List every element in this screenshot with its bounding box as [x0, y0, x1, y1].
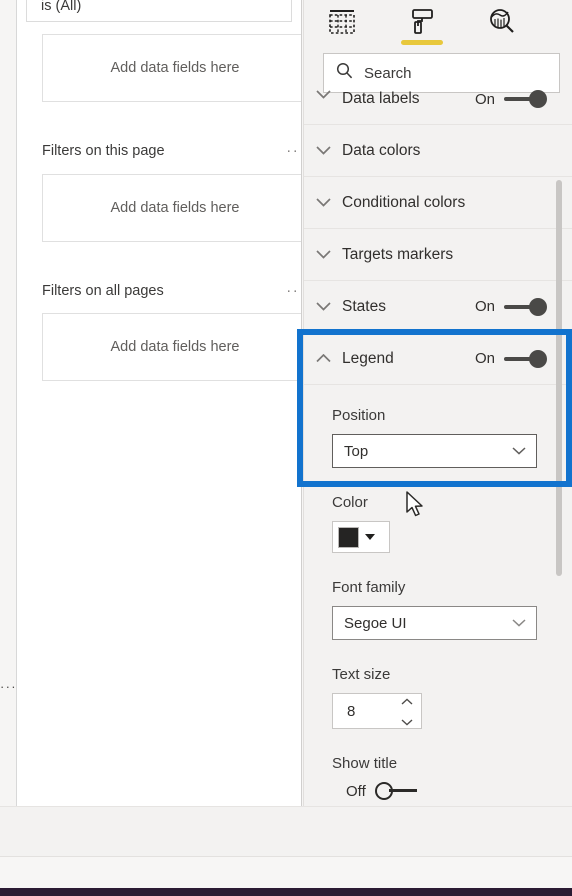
mouse-cursor	[406, 491, 428, 526]
os-taskbar	[0, 888, 572, 896]
color-swatch	[338, 526, 359, 548]
format-paint-roller-icon	[407, 7, 437, 42]
legend-settings-body: Position Top Color Font family Segoe UI	[304, 385, 572, 834]
toggle-state-label: Off	[346, 782, 366, 800]
filter-card-value: is (All)	[41, 0, 82, 14]
toggle-switch[interactable]	[504, 349, 547, 368]
font-family-label: Font family	[332, 579, 406, 596]
filters-on-this-page-header: Filters on this page ···	[42, 140, 301, 162]
filter-dropzone-visual[interactable]: Add data fields here	[42, 34, 301, 102]
tab-format[interactable]	[398, 2, 446, 46]
toggle-switch[interactable]	[504, 90, 547, 108]
states-toggle[interactable]: On	[474, 297, 547, 316]
text-size-stepper[interactable]: 8	[332, 693, 422, 729]
filter-dropzone-all-pages[interactable]: Add data fields here	[42, 313, 301, 381]
pane-edge-more-icon[interactable]: ···	[0, 680, 16, 693]
canvas-bottom-gap	[0, 806, 572, 856]
color-label: Color	[332, 494, 368, 511]
text-size-value: 8	[347, 702, 356, 720]
section-label: Conditional colors	[342, 193, 466, 211]
chevron-down-icon	[304, 302, 342, 311]
section-label: Legend	[342, 349, 394, 367]
section-label: Data colors	[342, 141, 421, 159]
position-value: Top	[344, 442, 369, 460]
show-title-toggle[interactable]: Off	[346, 782, 572, 800]
chevron-up-icon[interactable]	[401, 692, 413, 710]
power-bi-report-editor: is (All) Add data fields here Filters on…	[0, 0, 572, 896]
chevron-down-icon	[512, 614, 526, 632]
section-label: Data labels	[342, 90, 420, 107]
section-label: States	[342, 297, 386, 315]
position-dropdown[interactable]: Top	[332, 434, 537, 468]
chevron-down-icon	[304, 198, 342, 207]
chevron-down-icon[interactable]	[401, 713, 413, 731]
section-data-labels[interactable]: Data labels On	[304, 90, 572, 125]
show-title-label: Show title	[332, 755, 398, 772]
tab-analytics[interactable]	[478, 2, 526, 46]
toggle-state-label: On	[474, 350, 495, 367]
section-conditional-colors[interactable]: Conditional colors	[304, 177, 572, 229]
toggle-switch[interactable]	[374, 782, 418, 800]
filter-dropzone-page[interactable]: Add data fields here	[42, 174, 301, 242]
position-label: Position	[332, 407, 386, 424]
text-size-label: Text size	[332, 666, 391, 683]
filters-on-all-pages-header: Filters on all pages ···	[42, 280, 301, 302]
section-data-colors[interactable]: Data colors	[304, 125, 572, 177]
toggle-state-label: On	[474, 90, 495, 108]
fields-icon	[327, 9, 357, 40]
report-page-bar	[0, 856, 572, 888]
filters-on-this-page-title: Filters on this page	[42, 143, 165, 159]
chevron-up-icon	[304, 354, 342, 363]
filter-dropzone-label: Add data fields here	[110, 200, 240, 216]
search-placeholder: Search	[364, 64, 412, 82]
legend-toggle[interactable]: On	[474, 349, 547, 368]
stepper-arrows[interactable]	[401, 692, 413, 731]
filters-on-all-pages-title: Filters on all pages	[42, 283, 164, 299]
toggle-state-label: On	[474, 298, 495, 315]
chevron-down-icon	[512, 442, 526, 460]
data-labels-toggle[interactable]: On	[475, 90, 547, 108]
caret-down-icon[interactable]	[365, 534, 375, 540]
font-family-value: Segoe UI	[344, 614, 407, 632]
format-sections-list: Data labels On Data colors Conditional c…	[304, 90, 572, 834]
tab-fields[interactable]	[318, 2, 366, 46]
color-picker[interactable]	[332, 521, 390, 553]
font-family-dropdown[interactable]: Segoe UI	[332, 606, 537, 640]
format-pane-scrollbar[interactable]	[556, 180, 562, 576]
analytics-magnifier-icon	[487, 7, 517, 42]
section-states[interactable]: States On	[304, 281, 572, 333]
filter-dropzone-label: Add data fields here	[110, 60, 240, 76]
tab-format-selected-underline	[401, 40, 443, 45]
more-options-icon[interactable]: ···	[286, 143, 301, 158]
visualizations-format-pane: Search Data labels On Data colors Condit…	[303, 0, 572, 856]
filters-pane: is (All) Add data fields here Filters on…	[16, 0, 302, 806]
more-options-icon[interactable]: ···	[286, 283, 301, 298]
section-label: Targets markers	[342, 245, 454, 263]
toggle-switch[interactable]	[504, 297, 547, 316]
chevron-down-icon	[304, 90, 342, 99]
section-legend[interactable]: Legend On	[304, 333, 572, 385]
search-input[interactable]: Search	[323, 53, 560, 93]
format-pane-tabs	[304, 0, 572, 48]
chevron-down-icon	[304, 146, 342, 155]
section-targets-markers[interactable]: Targets markers	[304, 229, 572, 281]
search-icon	[336, 62, 353, 84]
filter-dropzone-label: Add data fields here	[110, 339, 240, 355]
chevron-down-icon	[304, 250, 342, 259]
filter-card-existing[interactable]: is (All)	[26, 0, 292, 22]
